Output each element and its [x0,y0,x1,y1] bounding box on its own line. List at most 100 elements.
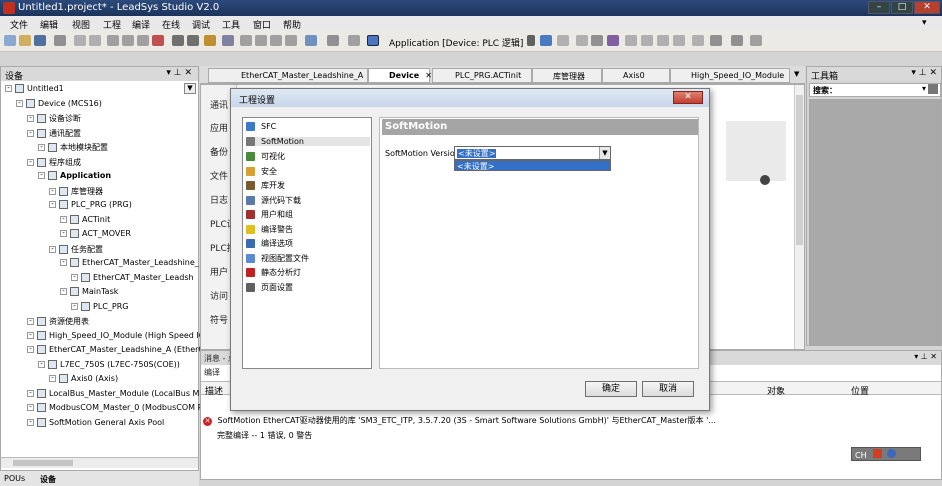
tree-item[interactable]: - SoftMotion General Axis Pool [27,417,164,427]
login-icon[interactable] [540,35,552,46]
settings-category-item[interactable]: 安全 [246,166,370,177]
settings-category-item[interactable]: 视图配置文件 [246,253,370,264]
bookmark-toggle-icon[interactable] [240,35,252,46]
tree-item[interactable]: - PLC_PRG (PRG) [49,200,132,209]
tab-devices[interactable]: 设备 [40,474,56,485]
editor-scroll-thumb[interactable] [796,95,803,245]
side-tab-symbols[interactable]: 符号 [210,313,228,326]
tree-expander-icon[interactable]: - [27,404,34,411]
tree-item[interactable]: - ModbusCOM_Master_0 (ModbusCOM RS-2 [27,403,216,412]
tree-expander-icon[interactable]: - [27,389,34,397]
ok-button[interactable]: 确定 [585,381,637,397]
delete-icon[interactable] [152,35,164,46]
tree-expander-icon[interactable]: - [38,360,45,368]
softmotion-version-option[interactable]: <未设置> [454,160,611,171]
tree-expander-icon[interactable]: - [27,346,34,353]
tree-expander-icon[interactable]: - [5,85,12,92]
reset-icon[interactable] [607,35,619,46]
comment-icon[interactable] [750,35,762,46]
side-tab-files[interactable]: 文件 [210,169,228,182]
tree-expander-icon[interactable]: - [27,318,34,325]
tree-item[interactable]: - ACTinit [60,214,110,224]
settings-category-item[interactable]: 页面设置 [246,282,370,293]
app-dropdown-icon[interactable] [527,35,535,46]
dialog-close-button[interactable]: ✕ [673,91,703,104]
logout-icon[interactable] [557,35,569,46]
paste-icon[interactable] [137,35,149,46]
undo-icon[interactable] [74,35,86,46]
tree-expander-icon[interactable]: - [49,201,56,208]
tree-item[interactable]: - 任务配置 [49,244,103,255]
copy-icon[interactable] [122,35,134,46]
settings-category-item[interactable]: 编译选项 [246,238,370,249]
message-row-error[interactable]: ✕ SoftMotion EtherCAT驱动器使用的库 'SM3_ETC_IT… [203,415,939,428]
search-dropdown-icon[interactable]: ▾ [922,84,926,93]
cut-icon[interactable] [107,35,119,46]
tab-ethercat-master[interactable]: EtherCAT_Master_Leadshine_A [208,68,368,83]
toolbox-close-icon[interactable]: ▾ ⊥ ✕ [911,68,937,78]
tab-high-speed-io[interactable]: High_Speed_IO_Module [670,68,790,83]
tree-item[interactable]: - 设备诊断 [27,113,81,124]
minimize-button[interactable]: – [868,1,890,14]
step-over-icon[interactable] [641,35,653,46]
messages-category[interactable]: 编译 [204,367,220,378]
settings-category-item[interactable]: 源代码下载 [246,195,370,206]
tree-expander-icon[interactable]: - [60,259,67,266]
print-icon[interactable] [54,35,66,46]
view-icon[interactable] [327,35,339,46]
maximize-button[interactable]: □ [891,1,913,14]
tab-close-icon[interactable]: ✕ [425,71,432,80]
col-location[interactable]: 位置 [851,384,869,397]
tree-expander-icon[interactable]: - [27,158,34,166]
tab-device[interactable]: Device ✕ [368,68,432,83]
scroll-thumb[interactable] [13,460,73,466]
cursor-icon[interactable] [692,35,704,46]
binoculars-icon[interactable] [204,35,216,46]
step-into-icon[interactable] [657,35,669,46]
help-icon[interactable] [886,449,896,458]
tree-dropdown-icon[interactable]: ▼ [184,83,196,94]
bookmark-clear-icon[interactable] [285,35,297,46]
tree-expander-icon[interactable]: - [60,215,67,223]
tab-pous[interactable]: POUs [4,474,25,483]
find-icon[interactable] [172,35,184,46]
bookmark-icon[interactable] [222,35,234,46]
softmotion-version-select[interactable]: <未设置> ▼ [454,146,611,160]
tree-item[interactable]: - Axis0 (Axis) [49,374,118,383]
tree-expander-icon[interactable]: - [49,375,56,382]
side-tab-comm[interactable]: 通讯 [210,98,228,111]
editor-scrollbar[interactable] [794,85,804,349]
col-description[interactable]: 描述 [205,384,223,397]
settings-category-item[interactable]: 可视化 [246,151,370,162]
tabs-dropdown-icon[interactable]: ▼ [794,70,799,78]
tree-item[interactable]: - 资源使用表 [27,316,89,327]
tab-library-manager[interactable]: 库管理器 [532,68,602,83]
tree-item[interactable]: - L7EC_750S (L7EC-750S(COE)) [38,359,180,369]
stop-icon[interactable] [591,35,603,46]
tree-expander-icon[interactable]: - [38,144,45,151]
insert-icon[interactable] [348,35,360,46]
side-tab-log[interactable]: 日志 [210,193,228,206]
save-icon[interactable] [34,35,46,46]
run-icon[interactable] [576,35,588,46]
language-bar[interactable]: CH [851,447,921,461]
new-file-icon[interactable] [4,35,16,46]
redo-icon[interactable] [89,35,101,46]
window-icon[interactable] [305,35,317,46]
open-icon[interactable] [19,35,31,46]
pane-close-icon[interactable]: ▾ ⊥ ✕ [166,68,192,78]
tree-item[interactable]: - Untitled1 [5,84,64,93]
tab-axis0[interactable]: Axis0 [602,68,670,83]
tree-item[interactable]: - 程序组成 [27,157,81,168]
settings-category-item[interactable]: 静态分析灯 [246,267,370,278]
tree-item[interactable]: - EtherCAT_Master_Leadshine_ [60,258,199,267]
settings-category-item[interactable]: SoftMotion [246,136,370,146]
tree-item[interactable]: - Device (MCS16) [16,98,102,108]
tree-expander-icon[interactable]: - [71,273,78,281]
tree-expander-icon[interactable]: - [16,99,23,107]
tree-expander-icon[interactable]: - [60,288,67,295]
tree-expander-icon[interactable]: - [60,230,67,237]
tree-expander-icon[interactable]: - [27,331,34,339]
step-out-icon[interactable] [673,35,685,46]
close-window-button[interactable]: ✕ [914,1,940,14]
